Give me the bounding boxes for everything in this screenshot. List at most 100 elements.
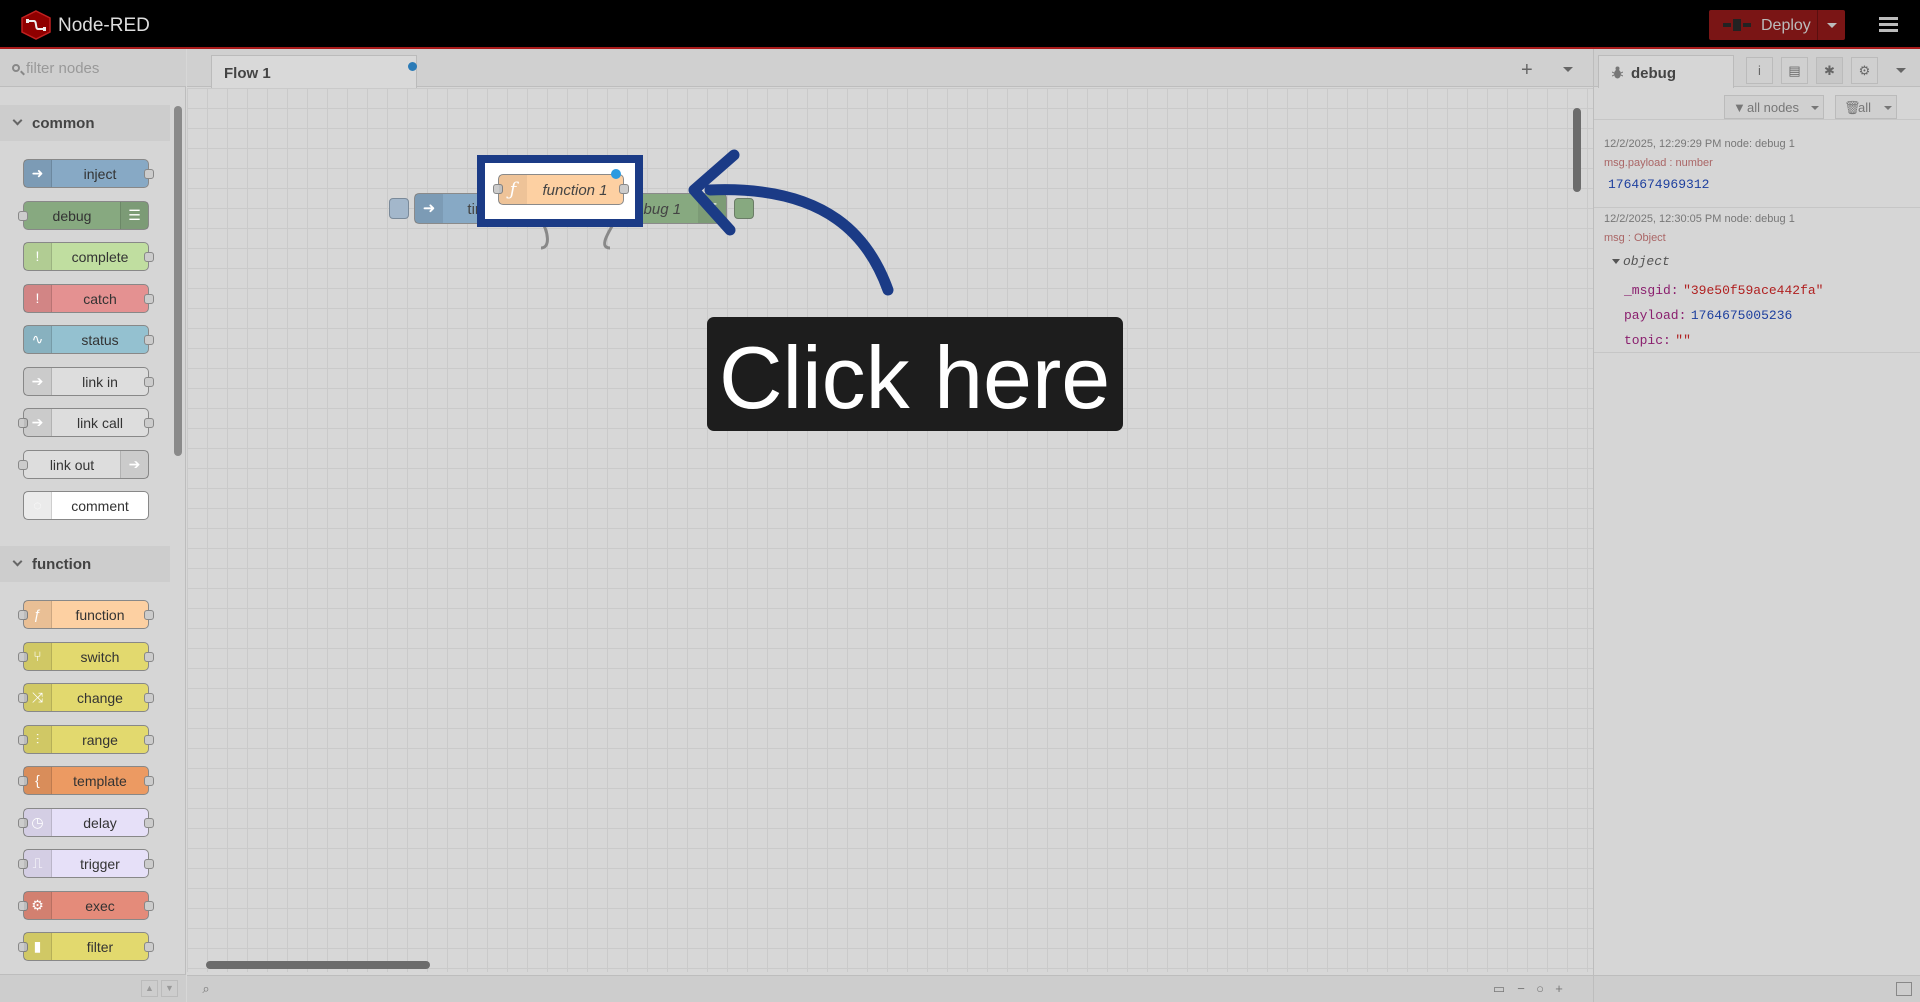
palette-node-comment[interactable]: ◌ comment — [23, 491, 149, 520]
palette-node-complete[interactable]: ! complete — [23, 242, 154, 271]
debug-filter-select[interactable]: ▼ all nodes — [1724, 95, 1824, 119]
palette-category-common[interactable]: common — [0, 105, 170, 141]
workspace-tabs: Flow 1 + — [187, 49, 1593, 88]
debug-toolbar: ▼ all nodes 🗑 all — [1594, 88, 1920, 120]
palette-footer: ▲ ▼ — [0, 974, 186, 1002]
deploy-label: Deploy — [1761, 17, 1811, 34]
palette-node-trigger[interactable]: ⎍ trigger — [18, 849, 154, 878]
sidebar-footer — [1594, 975, 1920, 1002]
canvas-vertical-scrollbar[interactable] — [1573, 108, 1581, 192]
deploy-button[interactable]: Deploy — [1709, 10, 1845, 40]
output-port — [144, 293, 154, 304]
info-icon[interactable]: i — [1746, 57, 1773, 84]
palette-node-label: comment — [71, 498, 129, 514]
category-label: function — [32, 556, 92, 573]
clear-messages-button[interactable]: 🗑 all — [1835, 95, 1897, 119]
output-port — [144, 693, 154, 703]
sidebar-tab-label: debug — [1631, 65, 1676, 82]
palette-node-change[interactable]: ⤨ change — [18, 683, 154, 712]
category-label: common — [32, 115, 95, 132]
palette-node-inject[interactable]: ➜ inject — [23, 159, 154, 188]
output-port — [144, 776, 154, 786]
arrow-pointer-icon — [688, 149, 894, 296]
palette-filter-input[interactable] — [26, 60, 166, 77]
object-label[interactable]: object — [1623, 254, 1670, 269]
palette-node-link-in[interactable]: ➔ link in — [23, 366, 154, 396]
palette-node-template[interactable]: {template — [18, 766, 154, 795]
expand-all-icon[interactable]: ▼ — [161, 980, 178, 997]
output-port[interactable] — [619, 184, 629, 194]
node-palette: common ➜inject ☰debug !complete !catch ∿statu… — [0, 49, 186, 1002]
palette-category-function[interactable]: function — [0, 546, 170, 582]
debug-message-value[interactable]: 1764674969312 — [1608, 177, 1709, 192]
add-flow-button[interactable]: + — [1521, 59, 1533, 82]
output-port — [144, 376, 154, 387]
palette-search — [0, 49, 186, 87]
field-value: 1764675005236 — [1690, 308, 1793, 323]
debug-message-meta: 12/2/2025, 12:30:05 PM node: debug 1 — [1604, 213, 1795, 225]
zoom-in-icon[interactable]: + — [1550, 980, 1568, 998]
canvas-horizontal-scrollbar[interactable] — [206, 961, 430, 969]
output-port — [144, 335, 154, 345]
debug-message-meta: 12/2/2025, 12:29:29 PM node: debug 1 — [1604, 138, 1795, 150]
bug-icon — [1612, 66, 1623, 79]
palette-node-status[interactable]: ∿ status — [23, 325, 154, 354]
palette-node-debug[interactable]: ☰ debug — [18, 200, 149, 230]
palette-node-link-call[interactable]: ➔ link call — [18, 408, 154, 437]
palette-node-link-out[interactable]: ➔ link out — [18, 449, 149, 479]
palette-node-switch[interactable]: ⑂ switch — [18, 641, 154, 671]
output-port — [144, 651, 154, 662]
workspace-footer: ⌕ ▭ − ○ + — [187, 975, 1593, 1002]
clear-label: all — [1858, 100, 1872, 115]
node-red-logo-icon[interactable] — [20, 10, 52, 40]
search-flows-icon[interactable]: ⌕ — [197, 980, 215, 998]
object-fields: _msgid: "39e50f59ace442fa" payload: 1764… — [1624, 278, 1824, 353]
book-icon[interactable]: ▤ — [1781, 57, 1808, 84]
palette-node-label: debug — [52, 207, 92, 224]
output-port — [144, 734, 154, 745]
filter-icon: ▼ — [1733, 100, 1746, 115]
inject-trigger-button[interactable] — [389, 198, 409, 219]
function-node[interactable]: ƒ function 1 — [493, 169, 629, 205]
tab-flow-1[interactable]: Flow 1 — [211, 55, 417, 88]
output-port — [144, 942, 154, 952]
palette-node-delay[interactable]: ◷ delay — [18, 807, 154, 837]
zoom-reset-icon[interactable]: ○ — [1531, 980, 1549, 998]
app-title: Node-RED — [58, 15, 150, 36]
navigator-icon[interactable]: ▭ — [1490, 980, 1508, 998]
deploy-options-caret[interactable] — [1817, 10, 1845, 40]
search-icon — [12, 64, 20, 72]
expand-toggle-icon[interactable] — [1612, 259, 1620, 264]
collapse-all-icon[interactable]: ▲ — [141, 980, 158, 997]
object-field: payload: 1764675005236 — [1624, 303, 1824, 328]
palette-node-function[interactable]: ƒ function — [18, 600, 154, 629]
debug-message-topic: msg : Object — [1604, 232, 1666, 244]
palette-node-range[interactable]: ⫶ range — [18, 724, 154, 754]
field-key: topic: — [1624, 333, 1671, 348]
tab-debug[interactable]: debug — [1598, 55, 1734, 88]
debug-message[interactable]: 12/2/2025, 12:30:05 PM node: debug 1 msg… — [1594, 208, 1920, 353]
unsaved-changes-dot — [408, 62, 417, 71]
popout-icon[interactable] — [1896, 982, 1912, 996]
gear-icon[interactable]: ⚙ — [1851, 57, 1878, 84]
palette-node-label: link out — [49, 456, 95, 473]
tooltip-callout: Click here — [707, 317, 1123, 431]
flow-list-caret[interactable] — [1563, 67, 1573, 72]
palette-node-filter[interactable]: ▮ filter — [18, 932, 154, 961]
output-port — [144, 817, 154, 828]
bug-tab-icon[interactable]: ✱ — [1816, 57, 1843, 84]
debug-message[interactable]: 12/2/2025, 12:29:29 PM node: debug 1 msg… — [1594, 133, 1920, 208]
output-port — [144, 610, 154, 620]
chevron-down-icon — [1811, 106, 1819, 110]
hamburger-menu-icon[interactable] — [1879, 17, 1898, 32]
palette-node-catch[interactable]: ! catch — [23, 283, 154, 313]
palette-scrollbar[interactable] — [174, 106, 182, 456]
debug-message-topic: msg.payload : number — [1604, 157, 1713, 169]
zoom-out-icon[interactable]: − — [1512, 980, 1530, 998]
palette-node-exec[interactable]: ⚙ exec — [18, 890, 154, 920]
sidebar: debug i ▤ ✱ ⚙ ▼ all nodes 🗑 all 12/2/202… — [1594, 49, 1920, 1002]
header-bar: Node-RED Deploy — [0, 0, 1920, 49]
output-port — [144, 252, 154, 262]
sidebar-menu-caret[interactable] — [1896, 68, 1906, 73]
field-key: _msgid: — [1624, 283, 1679, 298]
